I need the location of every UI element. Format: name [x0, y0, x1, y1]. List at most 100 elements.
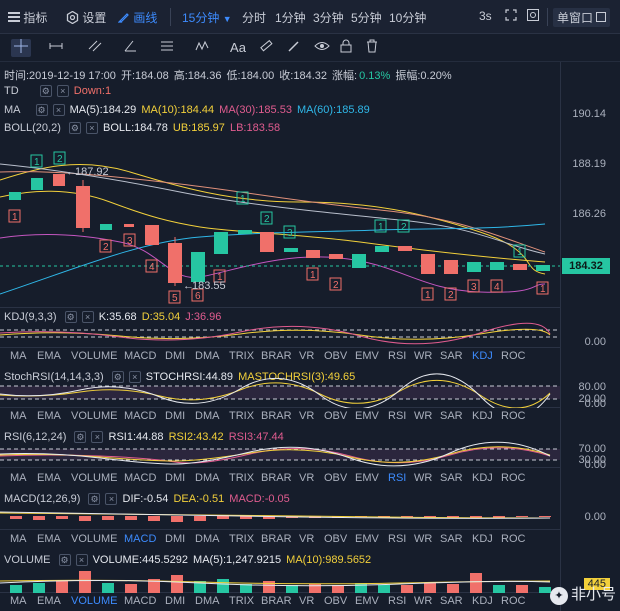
- tab-volume[interactable]: VOLUME: [71, 410, 117, 422]
- tab-vr[interactable]: VR: [299, 410, 314, 422]
- brush-icon[interactable]: [284, 39, 304, 57]
- rsi-panel[interactable]: RSI(6,12,24) ⚙ × RSI1:44.88 RSI2:43.42 RS…: [0, 428, 560, 468]
- interval-timeshare[interactable]: 分时: [242, 9, 266, 26]
- tab-ma[interactable]: MA: [10, 595, 27, 607]
- volume-panel[interactable]: VOLUME ⚙ × VOLUME:445.5292 MA(5):1,247.92…: [0, 551, 560, 593]
- tab-macd[interactable]: MACD: [124, 410, 156, 422]
- tab-ema[interactable]: EMA: [37, 533, 61, 545]
- tab-dmi[interactable]: DMI: [165, 595, 185, 607]
- tab-roc[interactable]: ROC: [501, 533, 525, 545]
- tab-rsi[interactable]: RSI: [388, 595, 406, 607]
- tab-wr[interactable]: WR: [414, 472, 432, 484]
- tab-dmi[interactable]: DMI: [165, 350, 185, 362]
- tab-dmi[interactable]: DMI: [165, 472, 185, 484]
- crosshair-icon[interactable]: [11, 39, 31, 57]
- draw-button[interactable]: 画线: [117, 9, 157, 26]
- tab-sar[interactable]: SAR: [440, 410, 463, 422]
- eye-icon[interactable]: [312, 39, 332, 57]
- tab-volume[interactable]: VOLUME: [71, 472, 117, 484]
- tab-kdj[interactable]: KDJ: [472, 595, 493, 607]
- tab-brar[interactable]: BRAR: [261, 350, 292, 362]
- macd-panel[interactable]: MACD(12,26,9) ⚙ × DIF:-0.54 DEA:-0.51 MAC…: [0, 490, 560, 530]
- interval-10min[interactable]: 10分钟: [389, 9, 426, 26]
- tab-wr[interactable]: WR: [414, 595, 432, 607]
- tab-ma[interactable]: MA: [10, 533, 27, 545]
- tab-emv[interactable]: EMV: [355, 410, 379, 422]
- tab-ema[interactable]: EMA: [37, 595, 61, 607]
- parallel-line-icon[interactable]: [85, 39, 105, 57]
- tab-ema[interactable]: EMA: [37, 350, 61, 362]
- tab-trix[interactable]: TRIX: [229, 472, 254, 484]
- tab-roc[interactable]: ROC: [501, 350, 525, 362]
- tab-macd[interactable]: MACD: [124, 472, 156, 484]
- tab-obv[interactable]: OBV: [324, 472, 347, 484]
- tab-sar[interactable]: SAR: [440, 595, 463, 607]
- tab-macd[interactable]: MACD: [124, 533, 156, 545]
- main-chart-panel[interactable]: 时间:2019-12-19 17:00 开:184.08 高:184.36 低:…: [0, 62, 560, 308]
- indicator-button[interactable]: 指标: [8, 9, 47, 26]
- tab-rsi[interactable]: RSI: [388, 410, 406, 422]
- settings-button[interactable]: 设置: [66, 9, 106, 26]
- angle-icon[interactable]: [120, 39, 140, 57]
- tab-roc[interactable]: ROC: [501, 472, 525, 484]
- tab-ema[interactable]: EMA: [37, 410, 61, 422]
- tab-trix[interactable]: TRIX: [229, 595, 254, 607]
- tab-vr[interactable]: VR: [299, 533, 314, 545]
- trash-icon[interactable]: [362, 39, 382, 57]
- text-tool[interactable]: Aa: [227, 39, 249, 57]
- fullscreen-icon[interactable]: [505, 9, 517, 24]
- tab-ma[interactable]: MA: [10, 472, 27, 484]
- horizontal-line-icon[interactable]: [46, 39, 66, 57]
- tab-sar[interactable]: SAR: [440, 533, 463, 545]
- camera-icon[interactable]: [527, 9, 539, 24]
- tab-kdj[interactable]: KDJ: [472, 350, 493, 362]
- tab-brar[interactable]: BRAR: [261, 595, 292, 607]
- tab-emv[interactable]: EMV: [355, 472, 379, 484]
- tab-brar[interactable]: BRAR: [261, 533, 292, 545]
- tab-dmi[interactable]: DMI: [165, 410, 185, 422]
- tab-dma[interactable]: DMA: [195, 533, 219, 545]
- tab-macd[interactable]: MACD: [124, 350, 156, 362]
- interval-5min[interactable]: 5分钟: [351, 9, 382, 26]
- kdj-panel[interactable]: KDJ(9,3,3) ⚙ × K:35.68 D:35.04 J:36.96: [0, 308, 560, 348]
- interval-1min[interactable]: 1分钟: [275, 9, 306, 26]
- lock-icon[interactable]: [336, 39, 356, 57]
- tab-vr[interactable]: VR: [299, 595, 314, 607]
- tab-dmi[interactable]: DMI: [165, 533, 185, 545]
- stochrsi-panel[interactable]: StochRSI(14,14,3,3) ⚙ × STOCHRSI:44.89 MA…: [0, 368, 560, 408]
- tab-obv[interactable]: OBV: [324, 350, 347, 362]
- tab-trix[interactable]: TRIX: [229, 350, 254, 362]
- refresh-rate[interactable]: 3s: [479, 9, 492, 23]
- tab-wr[interactable]: WR: [414, 533, 432, 545]
- tab-rsi[interactable]: RSI: [388, 350, 406, 362]
- tab-emv[interactable]: EMV: [355, 350, 379, 362]
- tab-rsi[interactable]: RSI: [388, 533, 406, 545]
- tab-dma[interactable]: DMA: [195, 410, 219, 422]
- tab-dma[interactable]: DMA: [195, 595, 219, 607]
- tab-obv[interactable]: OBV: [324, 410, 347, 422]
- tab-dma[interactable]: DMA: [195, 472, 219, 484]
- tab-sar[interactable]: SAR: [440, 472, 463, 484]
- tab-kdj[interactable]: KDJ: [472, 472, 493, 484]
- tab-rsi[interactable]: RSI: [388, 472, 406, 484]
- tab-ma[interactable]: MA: [10, 350, 27, 362]
- window-mode-select[interactable]: 单窗口: [553, 8, 611, 27]
- tab-brar[interactable]: BRAR: [261, 472, 292, 484]
- tab-trix[interactable]: TRIX: [229, 533, 254, 545]
- candlestick-chart[interactable]: 1 2 1 2 3 4 5 6 1 2 3 1 1 2 1 2 1 2 3 4 …: [0, 62, 560, 308]
- tab-volume[interactable]: VOLUME: [71, 595, 117, 607]
- tab-emv[interactable]: EMV: [355, 533, 379, 545]
- tab-roc[interactable]: ROC: [501, 595, 525, 607]
- tab-ema[interactable]: EMA: [37, 472, 61, 484]
- tab-trix[interactable]: TRIX: [229, 410, 254, 422]
- tab-kdj[interactable]: KDJ: [472, 533, 493, 545]
- tab-obv[interactable]: OBV: [324, 595, 347, 607]
- tab-volume[interactable]: VOLUME: [71, 350, 117, 362]
- interval-3min[interactable]: 3分钟: [313, 9, 344, 26]
- tab-vr[interactable]: VR: [299, 350, 314, 362]
- tab-dma[interactable]: DMA: [195, 350, 219, 362]
- interval-select[interactable]: 15分钟 ▼: [182, 9, 232, 26]
- tab-vr[interactable]: VR: [299, 472, 314, 484]
- tab-roc[interactable]: ROC: [501, 410, 525, 422]
- tab-kdj[interactable]: KDJ: [472, 410, 493, 422]
